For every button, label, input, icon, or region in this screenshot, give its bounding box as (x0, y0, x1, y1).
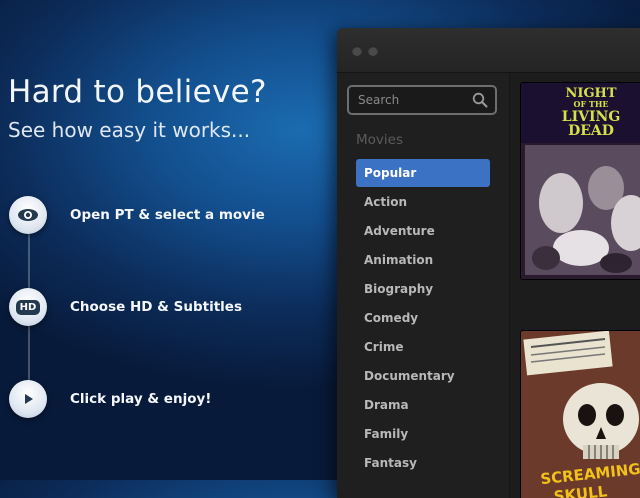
category-crime[interactable]: Crime (356, 333, 490, 361)
hero-panel: Hard to believe? See how easy it works..… (0, 0, 330, 480)
step-3-label: Click play & enjoy! (70, 391, 212, 407)
category-animation[interactable]: Animation (356, 246, 490, 274)
poster-1-title-line-2: OF THE (573, 99, 608, 109)
app-window: Search Movies Popular Action Adventure A… (337, 28, 640, 498)
hero-subtitle: See how easy it works... (8, 118, 251, 142)
poster-1-title-line-4: DEAD (568, 123, 614, 139)
search-icon[interactable] (472, 92, 488, 112)
movie-poster-screaming-skull[interactable]: SCREAMING SKULL (521, 331, 640, 498)
hd-icon-text: HD (15, 299, 41, 315)
hd-icon: HD (9, 288, 47, 326)
eye-icon (9, 196, 47, 234)
sidebar: Search Movies Popular Action Adventure A… (337, 73, 510, 498)
category-family[interactable]: Family (356, 420, 490, 448)
hero-title: Hard to believe? (8, 74, 267, 110)
movie-grid: NIGHT OF THE LIVING DEAD SCREAMING SKULL (510, 73, 640, 498)
category-fantasy[interactable]: Fantasy (356, 449, 490, 477)
movie-poster-night-of-the-living-dead[interactable]: NIGHT OF THE LIVING DEAD (521, 83, 640, 279)
window-titlebar[interactable] (337, 28, 640, 73)
step-2-label: Choose HD & Subtitles (70, 299, 242, 315)
step-1-label: Open PT & select a movie (70, 207, 265, 223)
category-drama[interactable]: Drama (356, 391, 490, 419)
category-popular[interactable]: Popular (356, 159, 490, 187)
category-biography[interactable]: Biography (356, 275, 490, 303)
category-action[interactable]: Action (356, 188, 490, 216)
movies-section-title: Movies (356, 132, 403, 148)
search-placeholder: Search (358, 93, 400, 107)
category-documentary[interactable]: Documentary (356, 362, 490, 390)
play-icon (9, 380, 47, 418)
window-minimize-button[interactable] (368, 46, 378, 56)
window-close-button[interactable] (352, 46, 362, 56)
category-comedy[interactable]: Comedy (356, 304, 490, 332)
category-adventure[interactable]: Adventure (356, 217, 490, 245)
search-input[interactable]: Search (347, 85, 497, 115)
